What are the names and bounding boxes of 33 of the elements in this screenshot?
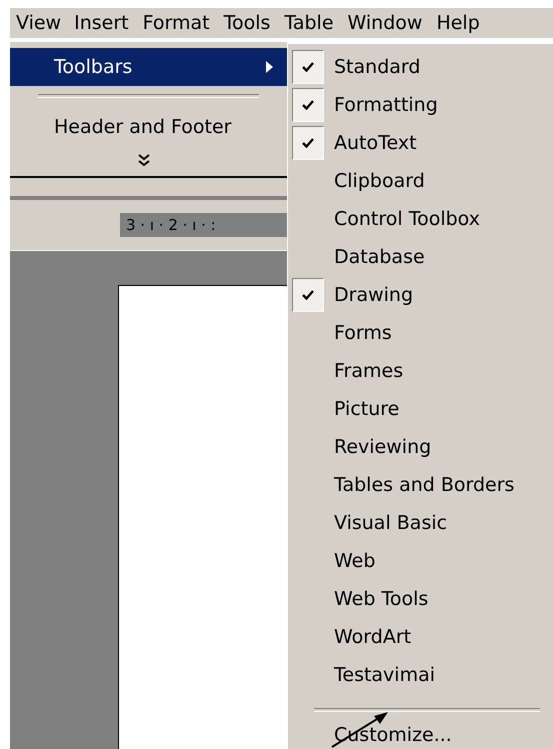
menu-item[interactable]: Frames (334, 360, 404, 382)
menu-title[interactable]: View (10, 10, 68, 36)
menu-item[interactable]: Visual Basic (334, 512, 448, 534)
menu-item[interactable]: Picture (334, 398, 400, 420)
menu-item[interactable]: Tables and Borders (334, 474, 514, 496)
menu-item[interactable]: Database (334, 246, 425, 268)
menu-title[interactable]: Window (340, 9, 430, 37)
submenu-arrow-icon (266, 61, 273, 73)
menu-item[interactable]: Toolbars (10, 48, 287, 86)
check-icon (302, 138, 314, 148)
menu-title[interactable]: Format (136, 9, 217, 37)
menu-title[interactable]: Help (429, 9, 487, 37)
menu-item[interactable]: Standard (334, 56, 420, 78)
menu-item[interactable]: Drawing (334, 284, 414, 306)
menu-item[interactable]: Control Toolbox (334, 208, 480, 230)
menu-item[interactable]: Web Tools (334, 588, 428, 610)
menu-item[interactable]: AutoText (334, 132, 417, 154)
menu-title[interactable]: Tools (216, 9, 278, 37)
menu-item[interactable]: WordArt (334, 626, 412, 648)
menu-title[interactable]: Table (277, 9, 341, 37)
ruler: 3 · ı · 2 · ı · : (120, 213, 287, 237)
menu-item[interactable]: Formatting (334, 94, 438, 116)
menu-item[interactable]: Testavimai (334, 664, 436, 686)
check-icon (302, 62, 314, 72)
menu-title[interactable]: Insert (67, 9, 136, 37)
menu-item[interactable]: Clipboard (334, 170, 425, 192)
check-icon (302, 100, 314, 110)
menu-item[interactable]: Reviewing (334, 436, 432, 458)
menu-item[interactable]: Web (334, 550, 376, 572)
menu-item[interactable]: Header and Footer (10, 108, 287, 146)
chevron-down-icon[interactable] (138, 154, 150, 168)
check-icon (302, 290, 314, 300)
menu-item[interactable]: Forms (334, 322, 392, 344)
